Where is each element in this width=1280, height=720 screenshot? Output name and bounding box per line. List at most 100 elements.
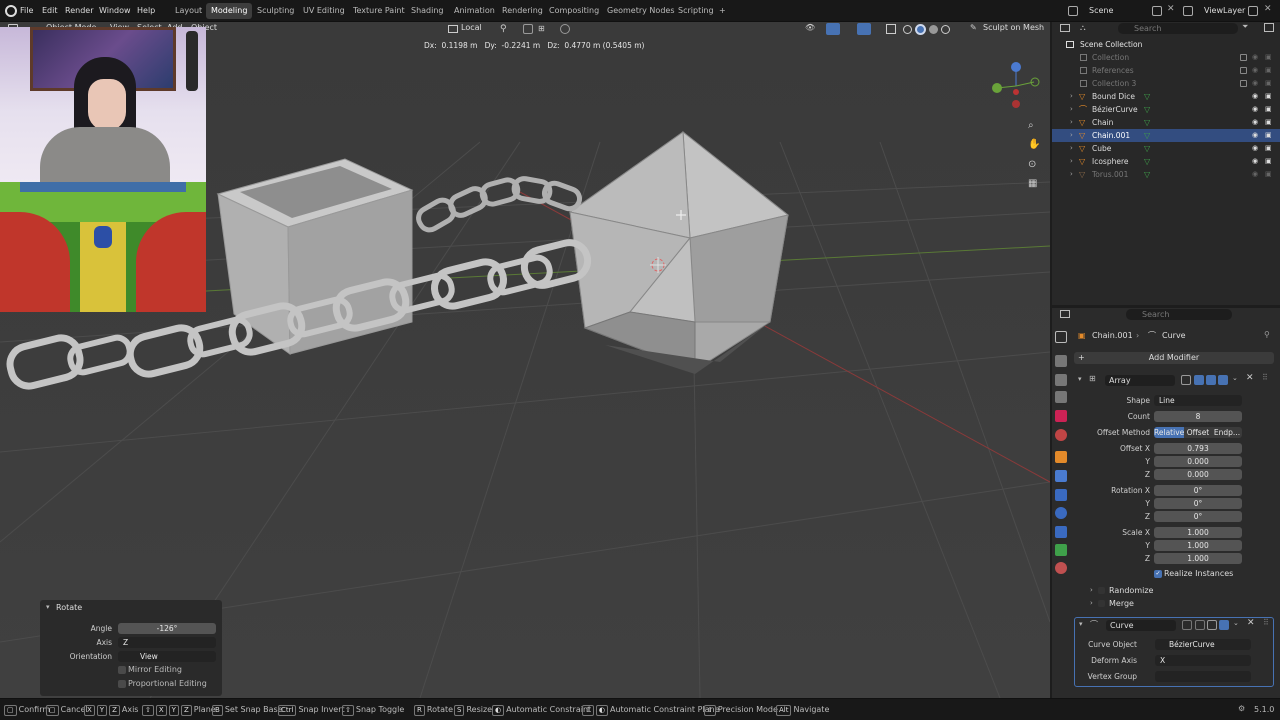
orientation-dropdown[interactable]: View [118, 651, 216, 662]
zoom-icon[interactable]: ⌕ [1028, 120, 1034, 131]
randomize-expand-icon[interactable]: › [1090, 586, 1093, 594]
tab-modeling[interactable]: Modeling [206, 3, 253, 19]
transform-orientation-dropdown[interactable]: Local [461, 23, 482, 32]
outliner-display-icon[interactable]: ⛬ [1080, 23, 1086, 33]
render-camera-icon[interactable]: ▣ [1265, 77, 1272, 90]
material-tab-icon[interactable] [1055, 562, 1067, 574]
shading-render-icon[interactable] [941, 25, 950, 34]
object-tab-icon[interactable] [1055, 451, 1067, 463]
transform-orientation-icon[interactable] [448, 25, 458, 33]
tab-layout[interactable]: Layout [170, 3, 207, 19]
array-drag-handle-icon[interactable]: ⠿ [1262, 373, 1268, 382]
blender-logo-icon[interactable] [5, 5, 17, 17]
edit-mode-toggle-icon[interactable] [1181, 375, 1191, 385]
outliner-type-icon[interactable] [1060, 24, 1070, 32]
render-toggle-icon[interactable] [1218, 375, 1228, 385]
expand-arrow-icon[interactable]: › [1070, 155, 1073, 168]
curve-name-field[interactable]: Curve [1106, 620, 1176, 631]
outliner-row[interactable]: › ▽ Chain.001 ▽ ◉ ▣ [1052, 129, 1280, 142]
world-tab-icon[interactable] [1055, 429, 1067, 441]
menu-edit[interactable]: Edit [42, 0, 58, 22]
pan-hand-icon[interactable]: ✋ [1028, 139, 1040, 150]
curve-render-toggle-icon[interactable] [1219, 620, 1229, 630]
deform-axis-dropdown[interactable]: X [1155, 655, 1251, 666]
render-camera-icon[interactable]: ▣ [1265, 90, 1272, 103]
tab-uv-editing[interactable]: UV Editing [298, 3, 350, 19]
snap-target-icon[interactable]: ⊞ [538, 24, 545, 33]
output-tab-icon[interactable] [1055, 374, 1067, 386]
exclude-checkbox[interactable] [1240, 80, 1247, 87]
properties-type-icon[interactable] [1060, 310, 1070, 318]
outliner-row[interactable]: Collection ◉ ▣ [1052, 51, 1280, 64]
vertex-group-field[interactable] [1155, 671, 1251, 682]
outliner-row[interactable]: › ▽ Chain ▽ ◉ ▣ [1052, 116, 1280, 129]
exclude-checkbox[interactable] [1240, 67, 1247, 74]
count-field[interactable]: 8 [1154, 411, 1242, 422]
merge-checkbox[interactable] [1098, 600, 1105, 607]
scale-y-field[interactable]: 1.000 [1154, 540, 1242, 551]
scene-collection-row[interactable]: Scene Collection [1052, 38, 1280, 51]
tab-animation[interactable]: Animation [449, 3, 500, 19]
expand-arrow-icon[interactable]: › [1070, 129, 1073, 142]
visibility-eye-icon[interactable]: ◉ [1252, 64, 1258, 77]
curve-viewport-toggle-icon[interactable] [1207, 620, 1217, 630]
proportional-checkbox[interactable] [118, 680, 126, 688]
add-modifier-button[interactable]: + Add Modifier [1074, 352, 1274, 364]
modifier-badge-icon[interactable]: ▽ [1144, 129, 1150, 142]
outliner-row[interactable]: › ⌒ BézierCurve ▽ ◉ ▣ [1052, 103, 1280, 116]
scene-name[interactable]: Scene [1089, 0, 1113, 22]
modifier-badge-icon[interactable]: ▽ [1144, 90, 1150, 103]
render-camera-icon[interactable]: ▣ [1265, 168, 1272, 181]
view-layer-tab-icon[interactable] [1055, 391, 1067, 403]
menu-help[interactable]: Help [137, 0, 155, 22]
filter-icon[interactable]: ⏷ [1242, 22, 1248, 32]
data-tab-icon[interactable] [1055, 544, 1067, 556]
array-collapse-icon[interactable]: ▾ [1078, 375, 1082, 383]
curve-edit-toggle-icon[interactable] [1182, 620, 1192, 630]
render-camera-icon[interactable]: ▣ [1265, 116, 1272, 129]
gizmo-toggle-icon[interactable] [826, 23, 840, 35]
tab-shading[interactable]: Shading [406, 3, 449, 19]
snap-icon[interactable] [523, 24, 533, 34]
add-workspace-icon[interactable]: + [714, 3, 731, 19]
new-collection-icon[interactable] [1264, 23, 1274, 32]
on-cage-toggle-icon[interactable] [1194, 375, 1204, 385]
menu-render[interactable]: Render [65, 0, 93, 22]
pivot-icon[interactable]: ⚲ [500, 24, 507, 34]
expand-arrow-icon[interactable]: › [1070, 168, 1073, 181]
close-scene-icon[interactable]: ✕ [1167, 4, 1175, 14]
shading-solid-icon[interactable] [915, 24, 926, 35]
curve-drag-handle-icon[interactable]: ⠿ [1263, 618, 1269, 627]
offset-method-relative[interactable]: Relative [1154, 427, 1184, 438]
menu-file[interactable]: File [20, 0, 33, 22]
3d-viewport[interactable]: Object Mode View Select Add Object Local… [0, 22, 1050, 698]
angle-field[interactable]: -126° [118, 623, 216, 634]
scene-tab-icon[interactable] [1055, 410, 1067, 422]
merge-label[interactable]: Merge [1109, 599, 1134, 608]
array-name-field[interactable]: Array [1105, 375, 1175, 386]
visibility-icon[interactable]: 👁 [805, 23, 815, 32]
rotation-x-field[interactable]: 0° [1154, 485, 1242, 496]
view-layer-name[interactable]: ViewLayer [1204, 0, 1245, 22]
tab-sculpting[interactable]: Sculpting [252, 3, 299, 19]
overlays-icon[interactable] [857, 23, 871, 35]
expand-arrow-icon[interactable]: › [1070, 142, 1073, 155]
visibility-eye-icon[interactable]: ◉ [1252, 142, 1258, 155]
mirror-checkbox[interactable] [118, 666, 126, 674]
shading-material-icon[interactable] [929, 25, 938, 34]
offset-method-offset[interactable]: Offset [1184, 427, 1212, 438]
outliner-row[interactable]: › ▽ Cube ▽ ◉ ▣ [1052, 142, 1280, 155]
merge-expand-icon[interactable]: › [1090, 599, 1093, 607]
modifier-tab-icon[interactable] [1055, 470, 1067, 482]
xray-icon[interactable] [886, 24, 896, 34]
pin-icon[interactable]: ⚲ [1264, 330, 1270, 339]
scale-x-field[interactable]: 1.000 [1154, 527, 1242, 538]
breadcrumb-modifier[interactable]: Curve [1162, 331, 1186, 340]
rotation-y-field[interactable]: 0° [1154, 498, 1242, 509]
outliner-row[interactable]: References ◉ ▣ [1052, 64, 1280, 77]
view-layer-icon[interactable] [1183, 6, 1193, 16]
curve-remove-icon[interactable]: ✕ [1247, 618, 1255, 628]
modifier-badge-icon[interactable]: ▽ [1144, 103, 1150, 116]
randomize-label[interactable]: Randomize [1109, 586, 1153, 595]
properties-search-input[interactable]: Search [1126, 309, 1232, 320]
